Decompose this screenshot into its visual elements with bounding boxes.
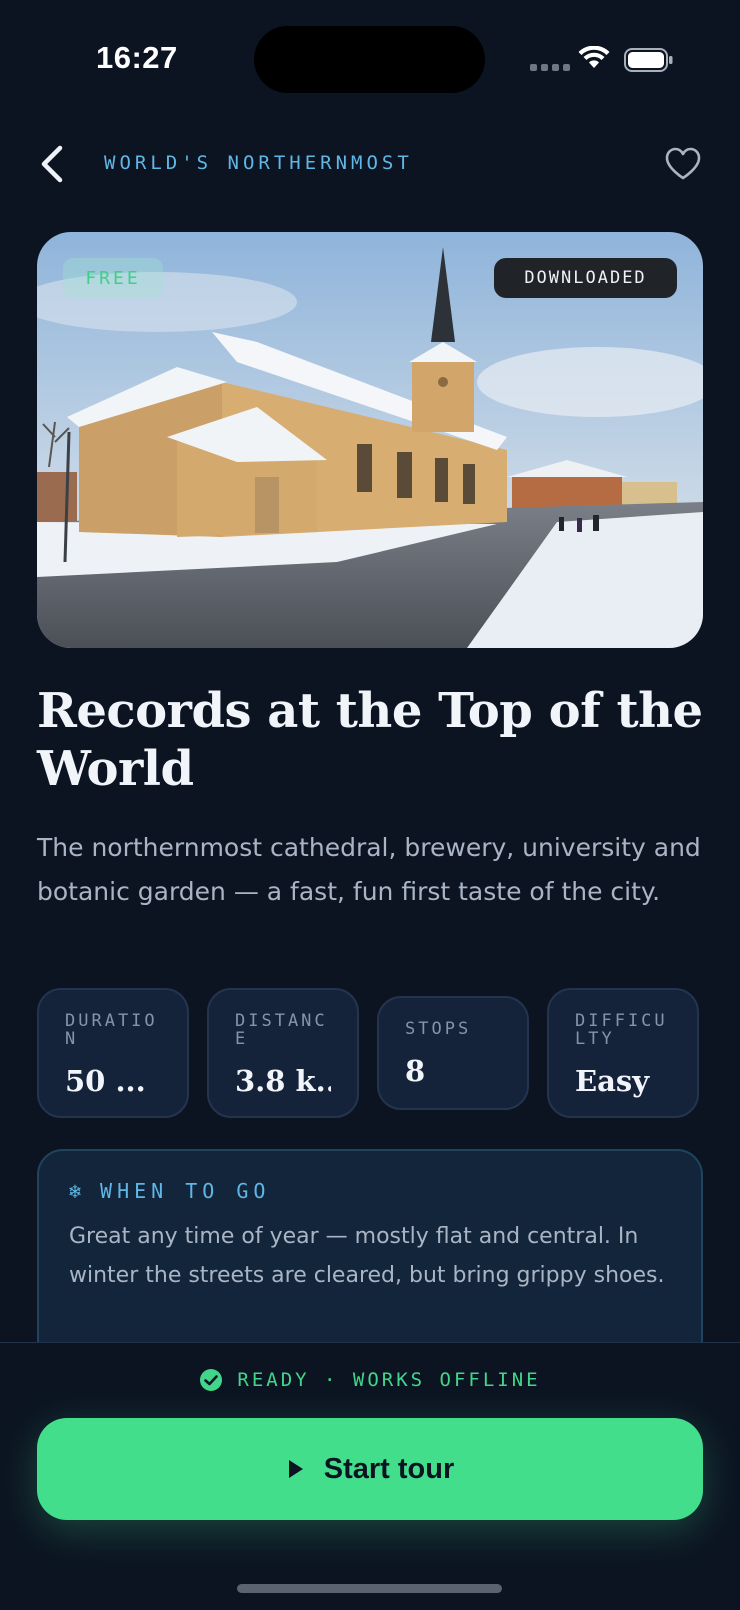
stat-value: Easy bbox=[575, 1064, 650, 1098]
stat-label: DURATION bbox=[65, 1011, 158, 1049]
home-indicator bbox=[237, 1584, 502, 1593]
tour-description: The northernmost cathedral, brewery, uni… bbox=[37, 833, 701, 906]
start-tour-label: Start tour bbox=[323, 1452, 455, 1485]
stat-label: DIFFICULTY bbox=[575, 1011, 668, 1049]
stat-label: STOPS bbox=[405, 1019, 472, 1039]
tour-title: Records at the Top of the World bbox=[37, 683, 703, 797]
stat-stops: STOPS 8 bbox=[377, 996, 529, 1110]
hero-image: FREE DOWNLOADED bbox=[37, 232, 703, 648]
downloaded-badge: DOWNLOADED bbox=[494, 258, 677, 298]
wifi-icon bbox=[578, 46, 610, 68]
stat-value: 50 ... bbox=[65, 1064, 146, 1098]
when-to-go-heading: WHEN TO GO bbox=[100, 1179, 271, 1203]
start-tour-button[interactable]: Start tour bbox=[37, 1418, 703, 1520]
stat-distance: DISTANCE 3.8 k... bbox=[207, 988, 359, 1118]
stat-difficulty: DIFFICULTY Easy bbox=[547, 988, 699, 1118]
snowflake-icon: ❄ bbox=[69, 1179, 87, 1203]
check-circle-icon bbox=[200, 1369, 223, 1391]
when-to-go-header: ❄ WHEN TO GO bbox=[69, 1179, 671, 1203]
stat-label: DISTANCE bbox=[235, 1011, 328, 1049]
cellular-signal-icon bbox=[530, 64, 570, 71]
status-time: 16:27 bbox=[96, 40, 178, 75]
favorite-heart-icon[interactable] bbox=[664, 146, 702, 182]
offline-status-text: READY · WORKS OFFLINE bbox=[237, 1369, 541, 1391]
play-icon bbox=[288, 1460, 303, 1478]
stat-value: 8 bbox=[405, 1054, 426, 1088]
stat-value: 3.8 k... bbox=[235, 1064, 331, 1098]
back-button[interactable] bbox=[36, 142, 76, 186]
battery-icon bbox=[624, 48, 673, 72]
header-title: WORLD'S NORTHERNMOST bbox=[104, 152, 413, 174]
when-to-go-text: Great any time of year — mostly flat and… bbox=[69, 1224, 665, 1288]
stat-duration: DURATION 50 ... bbox=[37, 988, 189, 1118]
dynamic-island bbox=[254, 26, 485, 93]
free-badge: FREE bbox=[63, 258, 163, 298]
offline-status: READY · WORKS OFFLINE bbox=[0, 1368, 740, 1392]
